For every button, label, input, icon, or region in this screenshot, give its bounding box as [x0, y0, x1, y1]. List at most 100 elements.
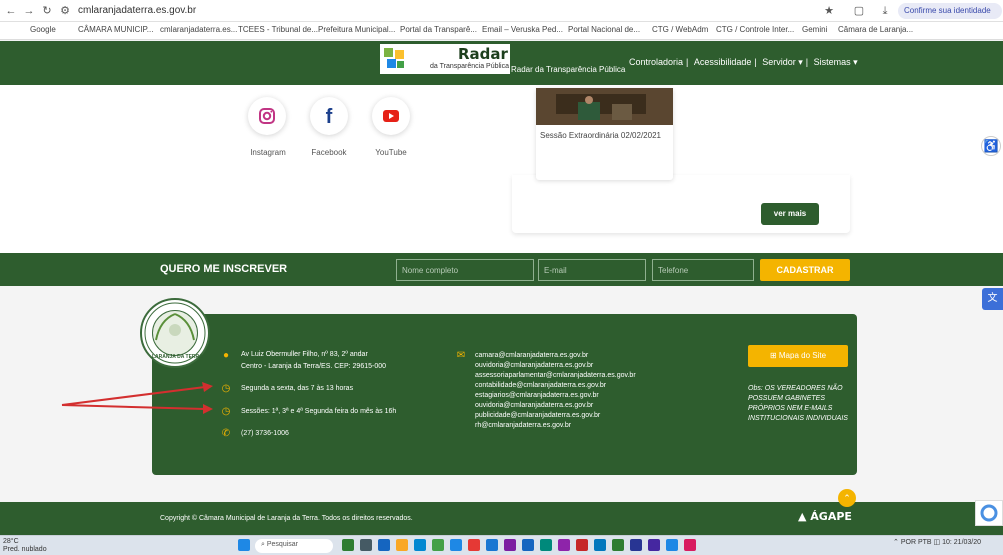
bookmark-tcees[interactable]: TCEES - Tribunal de...	[238, 25, 318, 34]
bookmarks-bar: Google CÂMARA MUNICIP... cmlaranjadaterr…	[0, 22, 1003, 40]
email-ouvidoria-2[interactable]: ouvidoria@cmlaranjadaterra.es.gov.br	[475, 401, 636, 411]
taskbar-app-icon[interactable]	[612, 539, 624, 551]
session-photo-image	[536, 88, 673, 125]
bookmark-transparencia[interactable]: Portal da Transparê...	[400, 25, 477, 34]
email-camara[interactable]: camara@cmlaranjadaterra.es.gov.br	[475, 351, 636, 361]
facebook-icon: f	[326, 106, 333, 128]
taskbar-app-icon[interactable]	[666, 539, 678, 551]
recaptcha-icon[interactable]	[975, 500, 1003, 526]
address-bar[interactable]: cmlaranjadaterra.es.gov.br	[78, 5, 196, 16]
tray-time[interactable]: 10:	[942, 539, 952, 546]
email-publicidade[interactable]: publicidade@cmlaranjadaterra.es.gov.br	[475, 411, 636, 421]
scroll-top-button[interactable]: ⌃	[838, 489, 856, 507]
taskbar-app-icon[interactable]	[360, 539, 372, 551]
menu-acessibilidade[interactable]: Acessibilidade	[694, 57, 752, 67]
logo-subtitle: da Transparência Pública	[430, 63, 509, 70]
address-line-1: Av Luiz Obermuller Filho, nº 83, 2º anda…	[241, 351, 368, 358]
forward-icon[interactable]: →	[22, 4, 36, 18]
radar-link[interactable]: Radar da Transparência Pública	[511, 65, 625, 74]
sitemap-button[interactable]: ⊞ Mapa do Site	[748, 345, 848, 367]
taskbar-chrome-icon[interactable]	[432, 539, 444, 551]
agape-brand[interactable]: ▲ ÁGAPE	[798, 510, 852, 523]
back-icon[interactable]: ←	[4, 4, 18, 18]
session-card[interactable]: Sessão Extraordinária 02/02/2021	[536, 88, 673, 180]
radar-logo-icon	[384, 48, 404, 68]
bookmark-gemini[interactable]: Gemini	[802, 25, 827, 34]
ver-mais-button[interactable]: ver mais	[761, 203, 819, 225]
instagram-label: Instagram	[250, 148, 286, 157]
copyright-text: Copyright © Câmara Municipal de Laranja …	[160, 515, 413, 522]
translate-icon[interactable]: 文	[982, 288, 1003, 310]
facebook-label: Facebook	[311, 148, 347, 157]
taskbar-edge-icon[interactable]	[414, 539, 426, 551]
email-rh[interactable]: rh@cmlaranjadaterra.es.gov.br	[475, 421, 636, 431]
radar-logo[interactable]: Radar da Transparência Pública	[380, 44, 510, 74]
taskbar-app-icon[interactable]	[504, 539, 516, 551]
email-list: camara@cmlaranjadaterra.es.gov.br ouvido…	[475, 351, 636, 431]
weather-widget[interactable]: 28°C Pred. nublado	[3, 538, 47, 554]
menu-sistemas[interactable]: Sistemas ▾	[814, 57, 858, 67]
session-thumbnail[interactable]	[536, 88, 673, 125]
bookmark-google[interactable]: Google	[30, 25, 56, 34]
identity-button[interactable]: Confirme sua identidade	[898, 3, 1002, 19]
taskbar-app-icon[interactable]	[648, 539, 660, 551]
site-info-icon[interactable]: ⚙	[58, 4, 72, 18]
tray-wifi-icon[interactable]: ◫	[934, 539, 941, 546]
email-contabilidade[interactable]: contabilidade@cmlaranjadaterra.es.gov.br	[475, 381, 636, 391]
taskbar-app-icon[interactable]	[468, 539, 480, 551]
email-input[interactable]	[538, 259, 646, 281]
bookmark-camara[interactable]: CÂMARA MUNICIP...	[78, 25, 153, 34]
bookmark-cmlaranja[interactable]: cmlaranjadaterra.es...	[160, 25, 237, 34]
email-ouvidoria[interactable]: ouvidoria@cmlaranjadaterra.es.gov.br	[475, 361, 636, 371]
tray-date[interactable]: 21/03/20	[954, 539, 981, 546]
arrow-to-sessions	[61, 404, 206, 410]
system-tray[interactable]: ⌃ POR PTB ◫ 10: 21/03/20	[893, 538, 981, 546]
taskbar-gmail-icon[interactable]	[576, 539, 588, 551]
youtube-button[interactable]	[372, 97, 410, 135]
subscribe-band: QUERO ME INSCREVER CADASTRAR	[0, 253, 1003, 286]
phone-input[interactable]	[652, 259, 754, 281]
taskbar-app-icon[interactable]	[450, 539, 462, 551]
bookmark-portal-nacional[interactable]: Portal Nacional de...	[568, 25, 640, 34]
bookmark-ctg-controle[interactable]: CTG / Controle Inter...	[716, 25, 794, 34]
taskbar-app-icon[interactable]	[486, 539, 498, 551]
phone-number: (27) 3736-1006	[241, 430, 289, 437]
bookmark-ctg-webadm[interactable]: CTG / WebAdm	[652, 25, 708, 34]
download-icon[interactable]: ⤓	[878, 4, 892, 18]
menu-controladoria[interactable]: Controladoria	[629, 57, 683, 67]
bookmark-camara-laranja[interactable]: Câmara de Laranja...	[838, 25, 913, 34]
taskbar-app-icon[interactable]	[630, 539, 642, 551]
agape-logo-icon: ▲	[798, 510, 811, 523]
taskbar-app-icon[interactable]	[540, 539, 552, 551]
taskbar-search[interactable]: ⌕ Pesquisar	[255, 539, 333, 553]
email-estagiarios[interactable]: estagiarios@cmlaranjadaterra.es.gov.br	[475, 391, 636, 401]
email-assessoria[interactable]: assessoriaparlamentar@cmlaranjadaterra.e…	[475, 371, 636, 381]
instagram-button[interactable]	[248, 97, 286, 135]
tray-chevron-icon[interactable]: ⌃	[893, 539, 899, 546]
arrow-head-hours	[202, 382, 213, 392]
bookmark-email[interactable]: Email – Veruska Ped...	[482, 25, 563, 34]
start-icon[interactable]	[238, 539, 250, 551]
taskbar-app-icon[interactable]	[342, 539, 354, 551]
accessibility-icon[interactable]: ♿	[981, 136, 1001, 156]
reload-icon[interactable]: ↻	[40, 4, 54, 18]
tray-lang[interactable]: POR PTB	[901, 539, 932, 546]
extensions-icon[interactable]: ▢	[852, 4, 866, 18]
name-input[interactable]	[396, 259, 534, 281]
taskbar-app-icon[interactable]	[594, 539, 606, 551]
cadastrar-button[interactable]: CADASTRAR	[760, 259, 850, 281]
copyright-bar: Copyright © Câmara Municipal de Laranja …	[0, 502, 1003, 535]
menu-servidor[interactable]: Servidor ▾	[762, 57, 803, 67]
agape-label: ÁGAPE	[810, 510, 852, 523]
bookmark-prefeitura[interactable]: Prefeitura Municipal...	[318, 25, 395, 34]
weather-temp: 28°C	[3, 538, 19, 545]
taskbar-app-icon[interactable]	[684, 539, 696, 551]
taskbar-word-icon[interactable]	[522, 539, 534, 551]
facebook-button[interactable]: f	[310, 97, 348, 135]
content-section	[0, 85, 1003, 253]
taskbar-app-icon[interactable]	[378, 539, 390, 551]
taskbar-folder-icon[interactable]	[396, 539, 408, 551]
address-line-2: Centro - Laranja da Terra/ES. CEP: 29615…	[241, 363, 387, 370]
taskbar-app-icon[interactable]	[558, 539, 570, 551]
star-icon[interactable]: ★	[822, 4, 836, 18]
